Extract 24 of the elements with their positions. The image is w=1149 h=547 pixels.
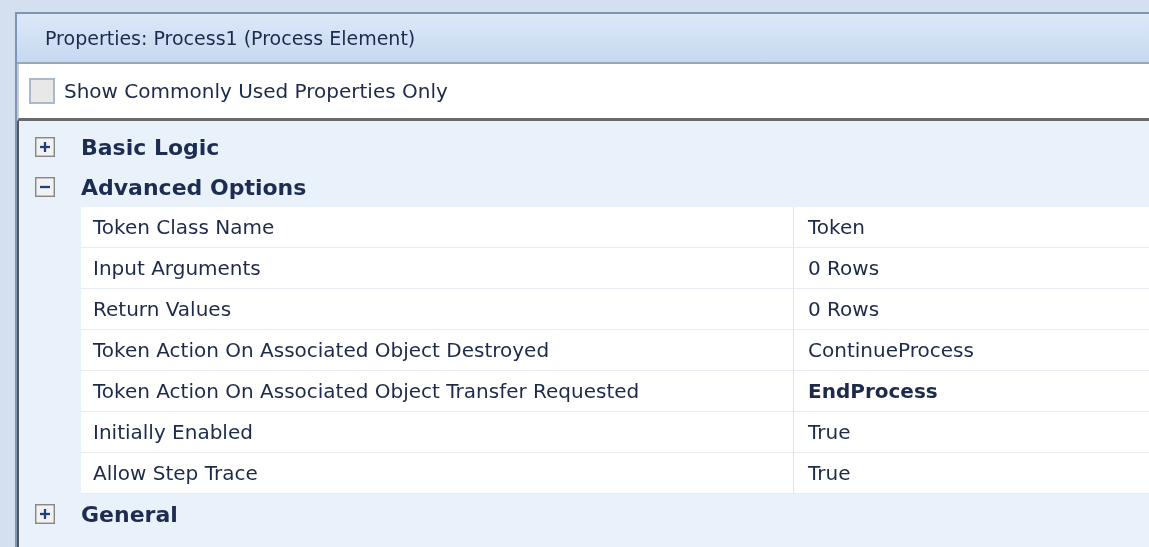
filter-checkbox[interactable]: Show Commonly Used Properties Only <box>29 78 448 104</box>
property-value[interactable]: EndProcess <box>794 371 1149 412</box>
property-value[interactable]: Token <box>794 207 1149 248</box>
property-name: Return Values <box>81 289 794 330</box>
property-value[interactable]: 0 Rows <box>794 289 1149 330</box>
property-value[interactable]: ContinueProcess <box>794 330 1149 371</box>
property-value[interactable]: True <box>794 412 1149 453</box>
property-value[interactable]: True <box>794 453 1149 494</box>
property-name: Token Class Name <box>81 207 794 248</box>
property-name: Initially Enabled <box>81 412 794 453</box>
expand-toggle-icon[interactable] <box>35 177 55 197</box>
category-label[interactable]: Advanced Options <box>81 174 307 200</box>
expand-toggle-icon[interactable] <box>35 137 55 157</box>
expand-toggle-icon[interactable] <box>35 504 55 524</box>
checkbox[interactable] <box>29 78 55 104</box>
property-value[interactable]: 0 Rows <box>794 248 1149 289</box>
property-name: Token Action On Associated Object Destroyed <box>81 330 794 371</box>
checkbox-label: Show Commonly Used Properties Only <box>64 79 448 103</box>
property-name: Input Arguments <box>81 248 794 289</box>
property-name: Allow Step Trace <box>81 453 794 494</box>
category-label[interactable]: General <box>81 501 178 527</box>
panel-title: Properties: Process1 (Process Element) <box>45 27 416 49</box>
property-name: Token Action On Associated Object Transfer Requested <box>81 371 794 412</box>
category-label[interactable]: Basic Logic <box>81 134 220 160</box>
